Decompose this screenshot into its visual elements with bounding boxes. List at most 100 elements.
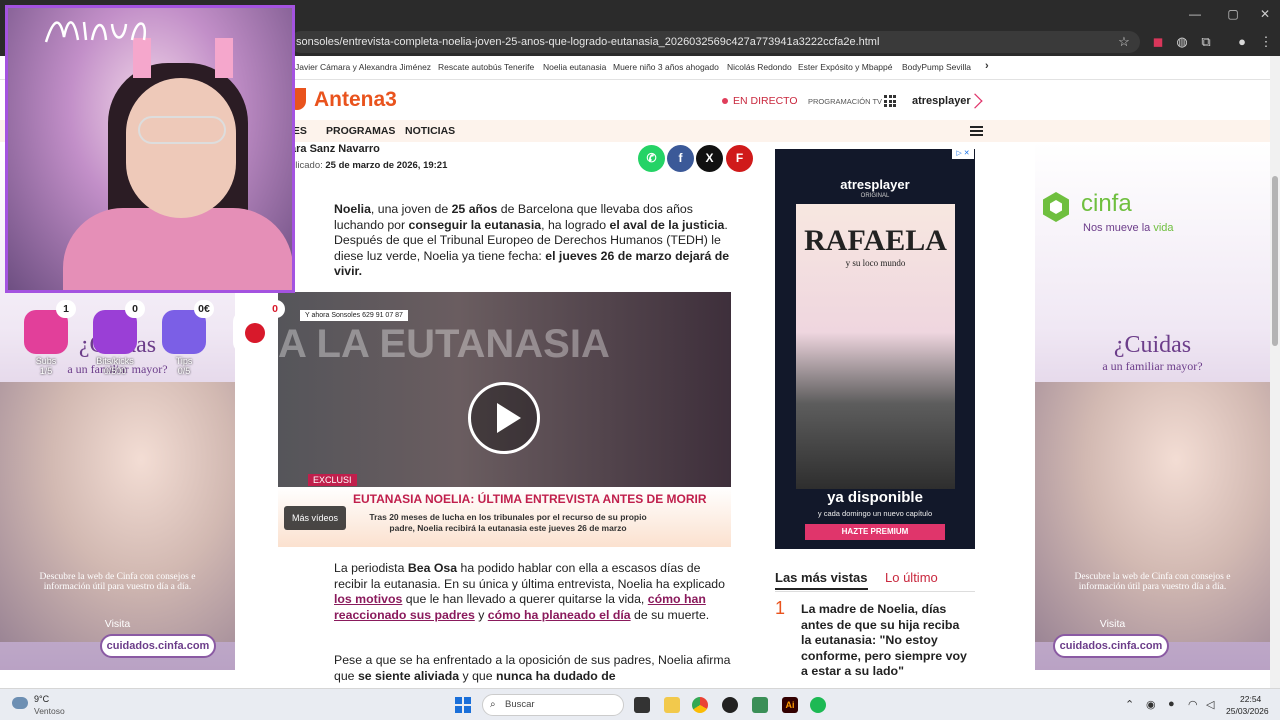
link-planeado[interactable]: cómo ha planeado el día bbox=[488, 608, 631, 622]
illustrator-icon[interactable]: Ai bbox=[782, 697, 798, 713]
address-bar[interactable]: sonsoles/entrevista-completa-noelia-jove… bbox=[290, 31, 1140, 53]
goal-badge: 1 bbox=[56, 300, 76, 318]
article-author[interactable]: ara Sanz Navarro bbox=[290, 143, 380, 155]
bomb-icon: 0 bbox=[233, 300, 285, 354]
network-icon[interactable]: ◉ bbox=[1146, 698, 1156, 711]
nav-item-noticias[interactable]: NOTICIAS bbox=[405, 125, 455, 137]
minimize-button[interactable]: — bbox=[1180, 4, 1210, 24]
ad-visita: Visita bbox=[1099, 618, 1126, 630]
maximize-button[interactable]: ▢ bbox=[1218, 4, 1248, 24]
ad-visita: Visita bbox=[104, 618, 131, 630]
task-view-icon[interactable] bbox=[634, 697, 650, 713]
video-subline: Tras 20 meses de lucha en los tribunales… bbox=[369, 512, 647, 533]
wifi-icon[interactable]: ◠ bbox=[1188, 698, 1198, 711]
ad-subline: y cada domingo un nuevo capítulo bbox=[817, 509, 933, 518]
poster-subtitle: y su loco mundo bbox=[845, 258, 906, 268]
weather-temperature[interactable]: 9°C bbox=[34, 694, 49, 704]
webcam-person-body bbox=[63, 208, 292, 290]
share-whatsapp-icon[interactable]: ✆ bbox=[638, 145, 665, 172]
article-paragraph: La periodista Bea Osa ha podido hablar c… bbox=[334, 561, 725, 622]
bookmark-item[interactable]: Muere niño 3 años ahogado bbox=[613, 62, 719, 72]
tabs-divider bbox=[775, 591, 975, 592]
clock-date[interactable]: 25/03/2026 bbox=[1226, 706, 1269, 716]
extensions-puzzle-icon[interactable]: ⧉ bbox=[1198, 34, 1214, 50]
app-icon[interactable] bbox=[752, 697, 768, 713]
hamburger-menu-icon[interactable] bbox=[970, 126, 983, 136]
more-videos-button[interactable]: Más vídeos bbox=[284, 506, 346, 530]
link-motivos[interactable]: los motivos bbox=[334, 592, 402, 606]
article-lead: Noelia, una joven de 25 años de Barcelon… bbox=[334, 202, 730, 279]
video-player[interactable]: A LA EUTANASIA Y ahora Sonsoles 629 91 0… bbox=[278, 292, 731, 547]
programacion-tv-link[interactable]: PROGRAMACIÓN TV bbox=[808, 97, 882, 106]
video-background-text: A LA EUTANASIA bbox=[278, 322, 610, 366]
nav-item-programas[interactable]: PROGRAMAS bbox=[326, 125, 395, 137]
most-viewed-item[interactable]: La madre de Noelia, días antes de que su… bbox=[801, 602, 971, 680]
bookmark-item[interactable]: Nicolás Redondo bbox=[727, 62, 792, 72]
extension-icon[interactable]: ◍ bbox=[1174, 34, 1190, 50]
ad-photo bbox=[0, 382, 235, 642]
ad-poster: RAFAELA y su loco mundo bbox=[796, 204, 955, 489]
cinfa-side-ad-right[interactable]: cinfa Nos mueve la vida ¿Cuidas a un fam… bbox=[1035, 142, 1270, 670]
ad-question-sub: a un familiar mayor? bbox=[1102, 359, 1203, 373]
ad-photo bbox=[1035, 382, 1270, 642]
atresplayer-link[interactable]: atresplayer bbox=[912, 95, 971, 107]
site-logo[interactable]: Antena3 bbox=[314, 88, 397, 112]
atresplayer-ad[interactable]: atresplayer ORIGINAL RAFAELA y su loco m… bbox=[775, 149, 975, 549]
obs-icon[interactable] bbox=[722, 697, 738, 713]
live-dot-icon bbox=[722, 98, 728, 104]
file-explorer-icon[interactable] bbox=[664, 697, 680, 713]
ad-choices-icon[interactable]: ▷ ✕ bbox=[952, 149, 974, 159]
goal-badge: 0€ bbox=[194, 300, 214, 318]
chrome-icon[interactable] bbox=[692, 697, 708, 713]
bookmark-star-icon[interactable]: ☆ bbox=[1116, 34, 1132, 50]
taskbar-search-input[interactable]: ⌕ Buscar bbox=[482, 694, 624, 716]
article-date: blicado: 25 de marzo de 2026, 19:21 bbox=[290, 160, 448, 171]
windows-start-icon[interactable] bbox=[455, 697, 471, 713]
bookmark-item[interactable]: Rescate autobús Tenerife bbox=[438, 62, 534, 72]
goal-count: 0/5 bbox=[177, 366, 191, 376]
weather-icon[interactable] bbox=[12, 697, 28, 709]
bomb-goal: 0 bbox=[225, 300, 285, 354]
play-icon[interactable] bbox=[468, 382, 540, 454]
goal-label: Tips bbox=[175, 356, 193, 366]
ad-brand: atresplayer bbox=[840, 177, 910, 192]
profile-avatar-icon[interactable]: ● bbox=[1234, 34, 1250, 50]
tray-chevron-icon[interactable]: ⌃ bbox=[1125, 698, 1134, 711]
share-flipboard-icon[interactable]: F bbox=[726, 145, 753, 172]
ad-question: ¿Cuidas bbox=[1113, 332, 1192, 358]
bookmarks-overflow-chevron-icon[interactable]: › bbox=[985, 60, 989, 72]
webcam-person-face bbox=[126, 78, 236, 218]
ad-headline: ya disponible bbox=[827, 489, 923, 506]
goal-label: Subs bbox=[35, 356, 57, 366]
poster-title: RAFAELA bbox=[804, 224, 947, 257]
subs-goal: 1 Subs 1/5 bbox=[16, 300, 76, 376]
page-scrollbar[interactable] bbox=[1270, 56, 1280, 688]
spotify-icon[interactable] bbox=[810, 697, 826, 713]
cinfa-brand: cinfa bbox=[1081, 190, 1132, 217]
bookmark-item[interactable]: Javier Cámara y Alexandra Jiménez bbox=[295, 62, 431, 72]
bookmark-item[interactable]: Noelia eutanasia bbox=[543, 62, 606, 72]
ad-cta-button[interactable]: cuidados.cinfa.com bbox=[100, 634, 216, 658]
scrollbar-thumb[interactable] bbox=[1272, 176, 1278, 346]
extension-icon[interactable]: ◼ bbox=[1150, 34, 1166, 50]
ad-cta-button[interactable]: cuidados.cinfa.com bbox=[1053, 634, 1169, 658]
goal-badge: 0 bbox=[125, 300, 145, 318]
close-window-button[interactable]: ✕ bbox=[1250, 4, 1280, 24]
volume-icon[interactable]: ◁ bbox=[1206, 698, 1214, 711]
share-x-icon[interactable]: X bbox=[696, 145, 723, 172]
tab-latest[interactable]: Lo último bbox=[885, 570, 938, 585]
share-facebook-icon[interactable]: f bbox=[667, 145, 694, 172]
ad-premium-button[interactable]: HAZTE PREMIUM bbox=[805, 524, 945, 540]
clock-time[interactable]: 22:54 bbox=[1240, 694, 1261, 704]
weather-description[interactable]: Ventoso bbox=[34, 706, 65, 716]
browser-menu-icon[interactable]: ⋮ bbox=[1258, 34, 1274, 50]
bookmark-item[interactable]: Ester Expósito y Mbappé bbox=[798, 62, 893, 72]
goal-count: 1/5 bbox=[39, 366, 53, 376]
bookmark-item[interactable]: BodyPump Sevilla bbox=[902, 62, 971, 72]
gem-icon: 0 bbox=[93, 300, 145, 354]
live-link[interactable]: EN DIRECTO bbox=[733, 95, 798, 107]
tab-most-viewed[interactable]: Las más vistas bbox=[775, 570, 868, 590]
grid-menu-icon[interactable] bbox=[884, 95, 896, 107]
webcam-glasses bbox=[138, 116, 226, 144]
microphone-icon[interactable]: ● bbox=[1168, 698, 1175, 710]
